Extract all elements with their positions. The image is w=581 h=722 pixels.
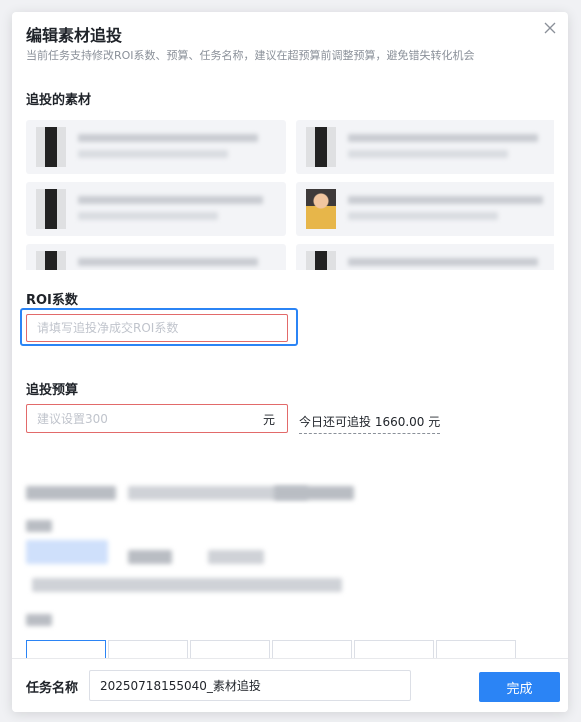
material-card[interactable] bbox=[296, 120, 554, 174]
roi-label: ROI系数 bbox=[26, 293, 78, 308]
dialog-footer: 任务名称 完成 bbox=[12, 658, 568, 712]
blurred-text bbox=[26, 486, 116, 500]
tab-cell[interactable] bbox=[436, 640, 516, 658]
roi-input[interactable] bbox=[26, 314, 288, 342]
budget-label: 追投预算 bbox=[26, 383, 79, 398]
today-remaining-budget: 今日还可追投 1660.00 元 bbox=[299, 413, 441, 434]
material-thumbnail bbox=[36, 251, 66, 270]
task-name-label: 任务名称 bbox=[26, 681, 79, 696]
material-card[interactable] bbox=[26, 244, 286, 270]
dialog-subtitle: 当前任务支持修改ROI系数、预算、任务名称，建议在超预算前调整预算，避免错失转化… bbox=[26, 49, 475, 62]
blurred-option[interactable] bbox=[26, 540, 108, 564]
budget-input[interactable] bbox=[26, 404, 288, 433]
done-button[interactable]: 完成 bbox=[479, 672, 560, 702]
tab-cell[interactable] bbox=[354, 640, 434, 658]
materials-label: 追投的素材 bbox=[26, 93, 92, 108]
budget-unit: 元 bbox=[263, 413, 276, 427]
material-card[interactable] bbox=[296, 182, 554, 236]
materials-list bbox=[26, 120, 554, 270]
tab-cell[interactable] bbox=[272, 640, 352, 658]
material-card[interactable] bbox=[26, 182, 286, 236]
blurred-text bbox=[32, 578, 342, 592]
close-icon bbox=[544, 22, 556, 34]
blurred-text bbox=[128, 550, 172, 564]
material-thumbnail bbox=[36, 127, 66, 167]
edit-material-boost-dialog: 编辑素材追投 当前任务支持修改ROI系数、预算、任务名称，建议在超预算前调整预算… bbox=[12, 12, 568, 712]
tab-cell[interactable] bbox=[108, 640, 188, 658]
material-card[interactable] bbox=[26, 120, 286, 174]
material-thumbnail bbox=[306, 189, 336, 229]
material-card[interactable] bbox=[296, 244, 554, 270]
blurred-text bbox=[26, 614, 52, 626]
material-thumbnail bbox=[306, 251, 336, 270]
task-name-input[interactable] bbox=[89, 670, 411, 701]
blurred-text bbox=[274, 486, 354, 500]
blurred-text bbox=[26, 520, 52, 532]
close-button[interactable] bbox=[538, 16, 562, 40]
material-thumbnail bbox=[36, 189, 66, 229]
tab-cell[interactable] bbox=[190, 640, 270, 658]
blurred-text bbox=[208, 550, 264, 564]
tab-cell[interactable] bbox=[26, 640, 106, 658]
material-thumbnail bbox=[306, 127, 336, 167]
dialog-title: 编辑素材追投 bbox=[26, 26, 123, 45]
